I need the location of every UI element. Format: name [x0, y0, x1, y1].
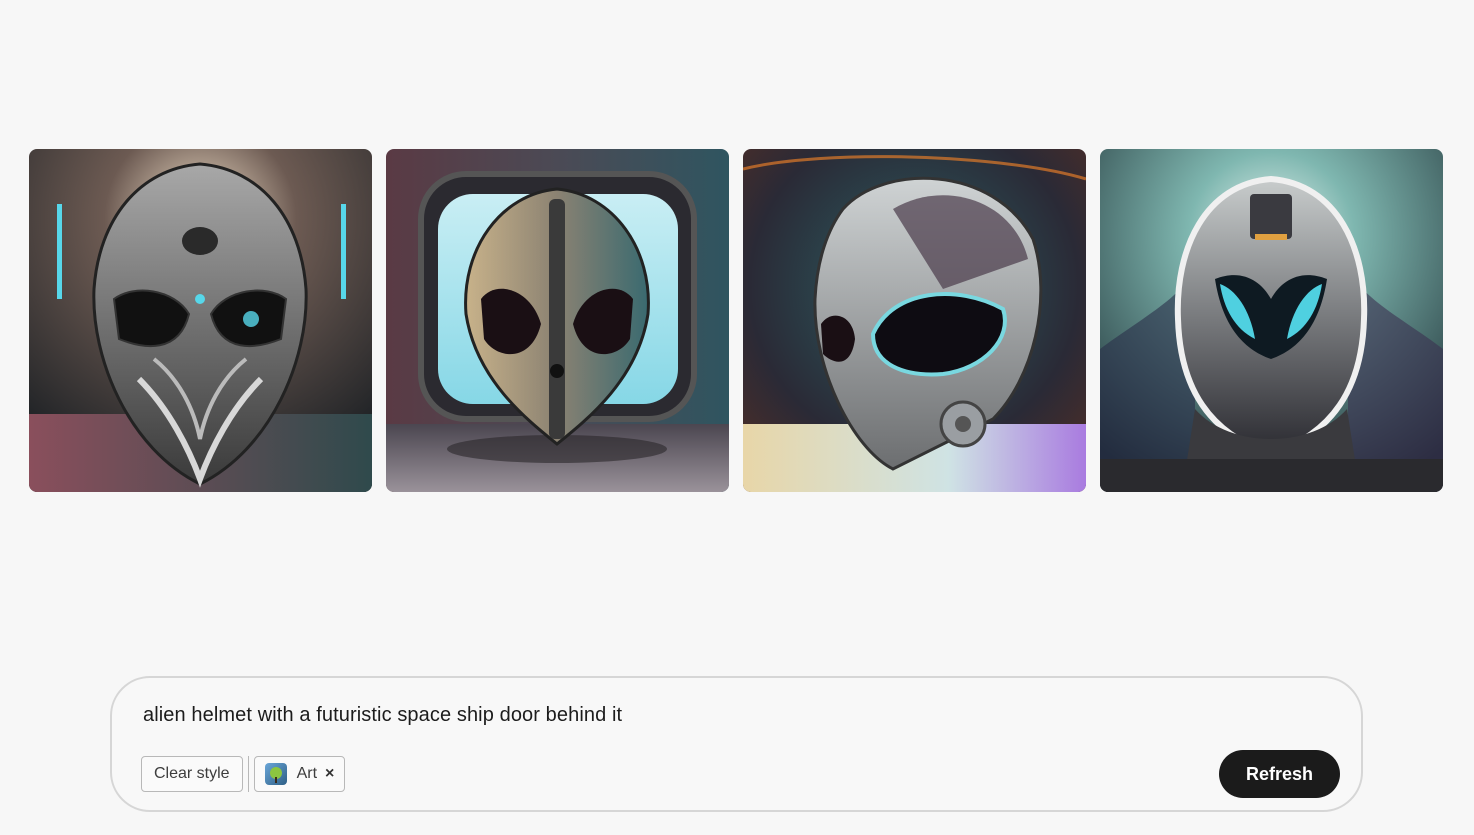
generated-image-4[interactable]: [1100, 149, 1443, 492]
refresh-button[interactable]: Refresh: [1219, 750, 1340, 798]
prompt-input[interactable]: alien helmet with a futuristic space shi…: [143, 704, 622, 727]
style-chip-label: Art: [296, 765, 318, 782]
alien-helmet-image: [743, 149, 1086, 492]
generated-image-2[interactable]: [386, 149, 729, 492]
image-gallery: [29, 149, 1443, 492]
clear-style-button[interactable]: Clear style: [141, 756, 243, 792]
page: alien helmet with a futuristic space shi…: [0, 0, 1474, 835]
style-chips: Clear style Art ×: [141, 756, 346, 792]
alien-helmet-image: [1100, 149, 1443, 492]
prompt-box: alien helmet with a futuristic space shi…: [110, 676, 1363, 812]
generated-image-1[interactable]: [29, 149, 372, 492]
alien-helmet-image: [29, 149, 372, 492]
alien-helmet-image: [386, 149, 729, 492]
chip-divider: [247, 756, 249, 792]
art-style-icon: [264, 763, 287, 785]
remove-style-icon[interactable]: ×: [325, 765, 334, 783]
generated-image-3[interactable]: [743, 149, 1086, 492]
style-chip-art[interactable]: Art ×: [253, 756, 346, 792]
